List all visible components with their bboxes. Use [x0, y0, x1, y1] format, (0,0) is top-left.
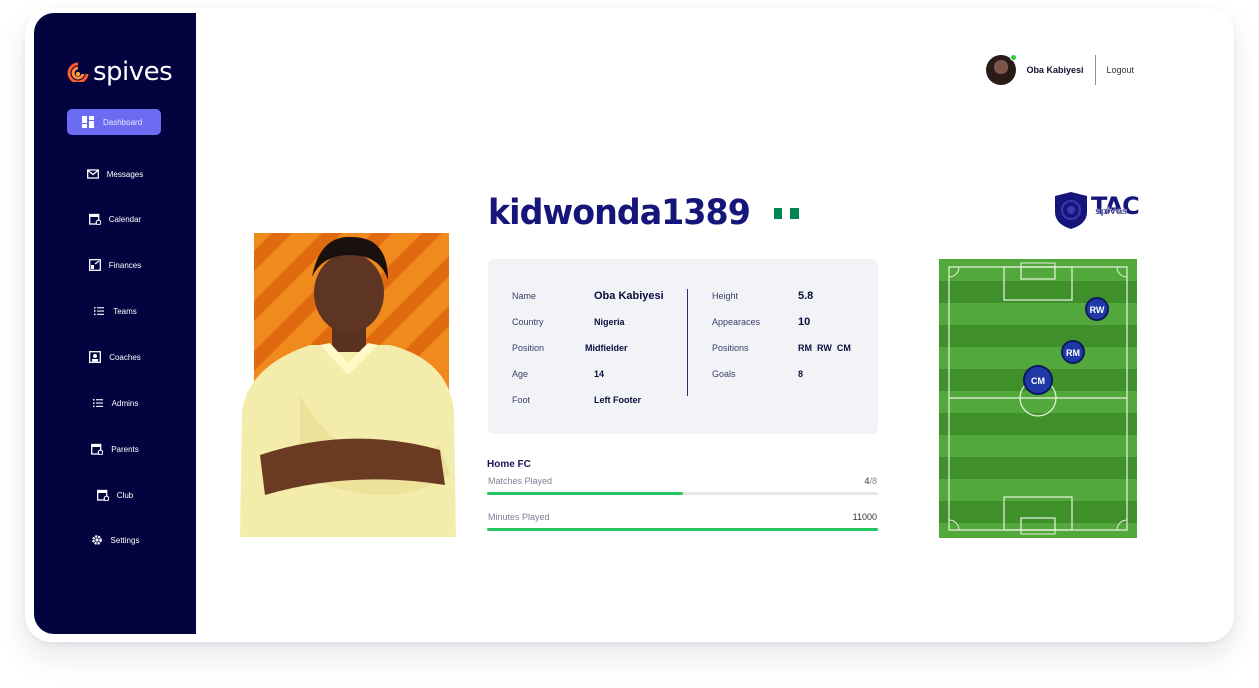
stat-matches-played: Matches Played 4/8: [487, 476, 878, 512]
mail-icon: [86, 169, 99, 179]
app-logo[interactable]: spives: [67, 57, 173, 87]
progress-bar: [487, 492, 878, 495]
info-value-country: Nigeria: [594, 317, 625, 327]
sidebar-item-label: Calendar: [108, 214, 142, 224]
stat-label: Matches Played: [488, 476, 553, 486]
sidebar: spives Dashboard Messages Calendar Finan…: [34, 13, 196, 634]
player-header: kidwonda1389: [488, 193, 799, 233]
player-username: kidwonda1389: [488, 193, 751, 233]
sidebar-item-label: Parents: [111, 444, 139, 454]
app-logo-text: spives: [93, 57, 173, 87]
sidebar-item-parents[interactable]: Parents: [34, 443, 196, 455]
info-value-name: Oba Kabiyesi: [594, 290, 664, 302]
position-marker-rw[interactable]: RW: [1085, 297, 1109, 321]
sidebar-item-admins[interactable]: Admins: [34, 397, 196, 409]
club-logo: TAC spives: [1055, 192, 1139, 229]
team-stats: Home FC Matches Played 4/8 Minutes Playe…: [487, 459, 878, 548]
sidebar-item-label: Settings: [110, 535, 140, 545]
info-label-goals: Goals: [712, 369, 736, 379]
gear-icon: [91, 535, 102, 545]
stat-suffix: /8: [869, 476, 877, 486]
info-value-appearances: 10: [798, 316, 811, 328]
spives-logo-icon: [67, 62, 89, 82]
progress-bar: [487, 528, 878, 531]
finance-icon: [88, 259, 101, 271]
list-icon: [92, 399, 103, 408]
sidebar-item-coaches[interactable]: Coaches: [34, 351, 196, 363]
info-value-foot: Left Footer: [594, 395, 641, 405]
info-value-positions: RM RW CM: [798, 343, 851, 353]
sidebar-item-calendar[interactable]: Calendar: [34, 213, 196, 225]
logout-button[interactable]: Logout: [1106, 65, 1134, 75]
progress-fill: [487, 528, 878, 531]
info-value-position: Midfielder: [585, 343, 628, 353]
sidebar-item-messages[interactable]: Messages: [34, 168, 196, 180]
calendar-icon: [96, 489, 109, 501]
info-label-positions: Positions: [712, 343, 749, 353]
info-label-country: Country: [512, 317, 544, 327]
stat-value: 11000: [853, 512, 877, 522]
stat-number: 11000: [852, 512, 877, 522]
team-name: Home FC: [487, 459, 531, 470]
sidebar-item-dashboard[interactable]: Dashboard: [67, 109, 161, 135]
info-label-position: Position: [512, 343, 545, 353]
coach-icon: [89, 351, 102, 363]
sidebar-item-label: Teams: [113, 306, 137, 316]
sidebar-item-label: Club: [116, 490, 134, 500]
sidebar-item-finances[interactable]: Finances: [34, 259, 196, 271]
dashboard-icon: [82, 116, 94, 128]
svg-text:CM: CM: [1031, 376, 1045, 386]
sidebar-item-label: Messages: [106, 169, 144, 179]
user-name: Oba Kabiyesi: [1026, 65, 1084, 75]
info-value-goals: 8: [798, 369, 804, 379]
info-label-age: Age: [512, 369, 529, 379]
player-info-card: Name Oba Kabiyesi Country Nigeria Positi…: [488, 259, 878, 434]
position-marker-rm[interactable]: RM: [1061, 340, 1085, 364]
stat-label: Minutes Played: [488, 512, 550, 522]
user-menu: Oba Kabiyesi Logout: [986, 54, 1134, 85]
nigeria-flag-icon: [773, 207, 799, 219]
football-pitch: RW RM CM: [939, 259, 1137, 538]
info-label-name: Name: [512, 291, 537, 301]
info-value-height: 5.8: [798, 290, 814, 302]
calendar-icon: [91, 443, 104, 455]
sidebar-item-club[interactable]: Club: [34, 489, 196, 501]
svg-text:RM: RM: [1066, 348, 1080, 358]
svg-text:RW: RW: [1090, 305, 1105, 315]
header-divider: [1095, 55, 1097, 85]
stat-minutes-played: Minutes Played 11000: [487, 512, 878, 548]
sidebar-item-label: Finances: [108, 260, 142, 270]
info-value-age: 14: [594, 369, 605, 379]
club-logo-subtext: spives: [1095, 207, 1127, 217]
calendar-icon: [88, 213, 101, 225]
list-icon: [94, 307, 105, 316]
progress-fill: [487, 492, 683, 495]
info-divider: [687, 289, 688, 396]
avatar[interactable]: [986, 54, 1018, 85]
online-status-dot: [1010, 54, 1018, 61]
sidebar-item-label: Coaches: [109, 352, 141, 362]
position-marker-cm[interactable]: CM: [1023, 365, 1053, 395]
info-label-foot: Foot: [512, 395, 531, 405]
sidebar-item-label: Dashboard: [103, 117, 143, 127]
sidebar-item-teams[interactable]: Teams: [34, 305, 196, 317]
info-label-appearances: Appearaces: [712, 317, 761, 327]
player-photo: [240, 233, 456, 537]
stat-value: 4/8: [864, 476, 877, 486]
info-label-height: Height: [712, 291, 739, 301]
sidebar-item-settings[interactable]: Settings: [34, 534, 196, 546]
sidebar-item-label: Admins: [111, 398, 139, 408]
